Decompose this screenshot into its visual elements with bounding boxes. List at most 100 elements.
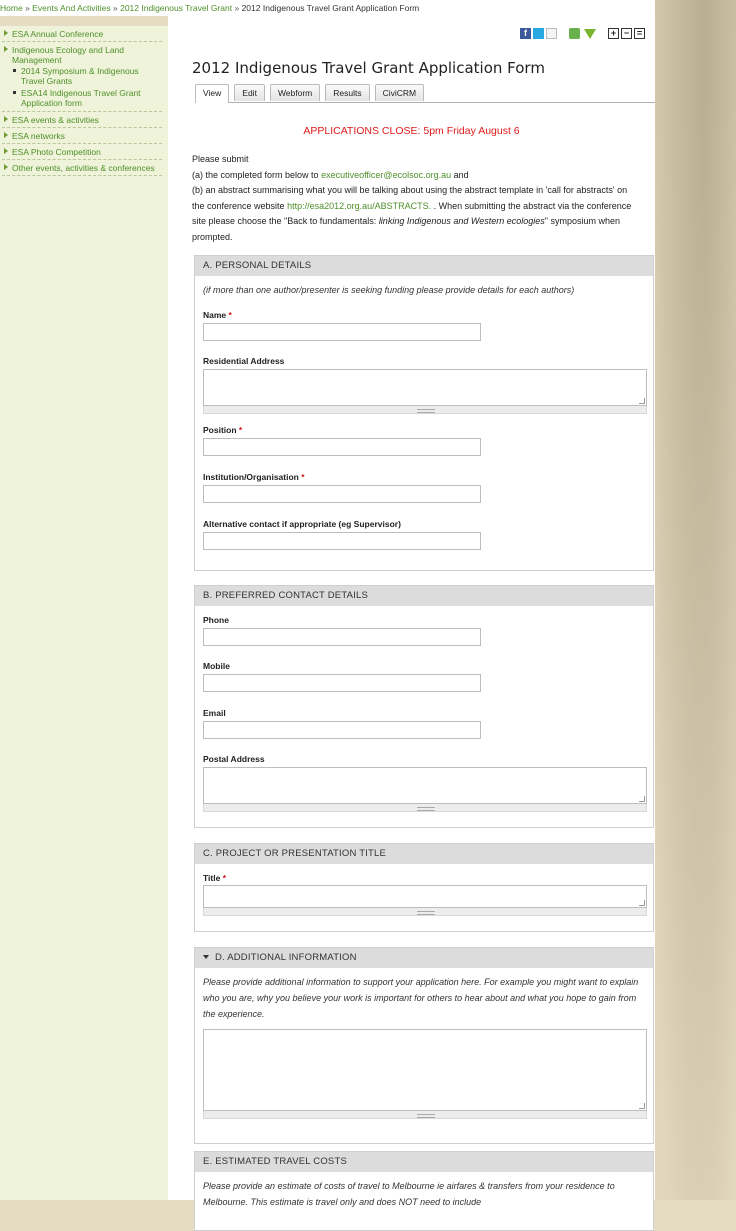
sidebar-sublink[interactable]: 2014 Symposium & Indigenous Travel Grant…	[21, 66, 139, 86]
sidebar-link[interactable]: ESA Annual Conference	[12, 29, 103, 39]
triangle-right-icon	[4, 116, 8, 122]
name-input[interactable]	[203, 323, 481, 341]
triangle-right-icon	[4, 164, 8, 170]
tab-results[interactable]: Results	[325, 84, 370, 101]
page-title: 2012 Indigenous Travel Grant Application…	[192, 59, 545, 77]
sidebar-item-networks: ESA networks	[2, 128, 162, 144]
sidebar-submenu: 2014 Symposium & Indigenous Travel Grant…	[12, 65, 162, 109]
mobile-label: Mobile	[203, 661, 230, 671]
executive-email-link[interactable]: executiveofficer@ecolsoc.org.au	[321, 170, 451, 180]
sidebar-item-other-events: Other events, activities & conferences	[2, 160, 162, 176]
tab-edit[interactable]: Edit	[234, 84, 265, 101]
title-textarea[interactable]	[203, 885, 647, 908]
zoom-reset-icon[interactable]: =	[634, 28, 645, 39]
twitter-icon[interactable]	[533, 28, 544, 39]
phone-input[interactable]	[203, 628, 481, 646]
breadcrumb: Home » Events And Activities » 2012 Indi…	[0, 0, 655, 16]
additional-information-textarea[interactable]	[203, 1029, 647, 1111]
fieldset-legend[interactable]: D. ADDITIONAL INFORMATION	[195, 948, 653, 968]
required-marker: *	[301, 472, 305, 482]
sidebar: ESA Annual Conference Indigenous Ecology…	[0, 26, 168, 1200]
email-label: Email	[203, 708, 226, 718]
fieldset-legend: C. PROJECT OR PRESENTATION TITLE	[195, 844, 653, 864]
required-marker: *	[222, 873, 227, 883]
textarea-resize-grip[interactable]	[203, 804, 647, 812]
collapse-caret-icon[interactable]	[203, 955, 209, 959]
fieldset-travel-costs: E. ESTIMATED TRAVEL COSTS Please provide…	[194, 1151, 654, 1231]
alternative-contact-label: Alternative contact if appropriate (eg S…	[203, 519, 401, 529]
sidebar-item-photo-competition: ESA Photo Competition	[2, 144, 162, 160]
download-icon[interactable]	[584, 28, 596, 39]
intro-a-prefix: (a) the completed form below to	[192, 169, 322, 180]
required-marker: *	[228, 310, 232, 320]
fieldset-additional-information: D. ADDITIONAL INFORMATION Please provide…	[194, 947, 654, 1144]
sidebar-link[interactable]: ESA events & activities	[12, 115, 99, 125]
fieldset-legend: B. PREFERRED CONTACT DETAILS	[195, 586, 653, 606]
breadcrumb-separator: »	[234, 3, 240, 13]
fieldset-presentation-title: C. PROJECT OR PRESENTATION TITLE Title *	[194, 843, 654, 932]
triangle-right-icon	[4, 132, 8, 138]
fieldset-legend: E. ESTIMATED TRAVEL COSTS	[195, 1152, 653, 1172]
zoom-in-icon[interactable]: +	[608, 28, 619, 39]
tab-civicrm[interactable]: CiviCRM	[374, 84, 425, 101]
residential-address-textarea[interactable]	[203, 369, 647, 406]
title-label: Title *	[203, 873, 226, 883]
abstracts-link[interactable]: http://esa2012.org.au/ABSTRACTS.	[287, 201, 431, 211]
email-icon[interactable]	[546, 28, 557, 39]
sidebar-item-events: ESA events & activities	[2, 112, 162, 128]
tab-webform[interactable]: Webform	[269, 84, 321, 101]
label-text: Position	[203, 425, 237, 435]
tab-bar: View Edit Webform Results CiviCRM	[195, 84, 655, 103]
sidebar-link[interactable]: ESA networks	[12, 131, 65, 141]
triangle-right-icon	[4, 46, 8, 52]
alternative-contact-input[interactable]	[203, 532, 481, 550]
sidebar-sublink[interactable]: ESA14 Indigenous Travel Grant Applicatio…	[21, 88, 141, 108]
bullet-square-icon	[13, 91, 16, 94]
legend-text: D. ADDITIONAL INFORMATION	[215, 952, 357, 963]
required-marker: *	[238, 425, 243, 435]
position-label: Position *	[203, 425, 242, 435]
textarea-resize-grip[interactable]	[203, 1111, 647, 1119]
tab-view[interactable]: View	[195, 84, 230, 103]
share-toolbar: f + − =	[520, 28, 645, 39]
bullet-square-icon	[13, 69, 16, 72]
intro-item-b: (b) an abstract summarising what you wil…	[192, 183, 640, 245]
residential-address-label: Residential Address	[203, 356, 285, 366]
triangle-right-icon	[4, 30, 8, 36]
sidebar-subitem-symposium: 2014 Symposium & Indigenous Travel Grant…	[12, 65, 162, 87]
triangle-right-icon	[4, 148, 8, 154]
print-icon[interactable]	[569, 28, 580, 39]
mobile-input[interactable]	[203, 674, 481, 692]
label-text: Name	[203, 310, 227, 320]
intro-line: Please submit	[192, 154, 249, 164]
sidebar-link[interactable]: ESA Photo Competition	[12, 147, 101, 157]
institution-label: Institution/Organisation *	[203, 472, 305, 482]
fieldset-legend: A. PERSONAL DETAILS	[195, 256, 653, 276]
main-content: f + − = 2012 Indigenous Travel Grant App…	[168, 16, 655, 1231]
position-input[interactable]	[203, 438, 481, 456]
fieldset-description: (if more than one author/presenter is se…	[203, 285, 575, 295]
email-input[interactable]	[203, 721, 481, 739]
postal-address-textarea[interactable]	[203, 767, 647, 804]
breadcrumb-home-link[interactable]: Home	[0, 3, 23, 13]
breadcrumb-separator: »	[25, 3, 30, 13]
institution-input[interactable]	[203, 485, 481, 503]
deadline-notice: APPLICATIONS CLOSE: 5pm Friday August 6	[303, 125, 520, 137]
zoom-out-icon[interactable]: −	[621, 28, 632, 39]
background-artwork	[655, 0, 736, 1200]
breadcrumb-current: 2012 Indigenous Travel Grant Application…	[241, 3, 420, 13]
sidebar-link[interactable]: Indigenous Ecology and Land Management	[12, 45, 124, 65]
textarea-resize-grip[interactable]	[203, 908, 647, 916]
label-text: Title	[203, 873, 221, 883]
sidebar-subitem-application-form: ESA14 Indigenous Travel Grant Applicatio…	[12, 87, 162, 109]
sidebar-link[interactable]: Other events, activities & conferences	[12, 163, 155, 173]
sidebar-menu: ESA Annual Conference Indigenous Ecology…	[0, 26, 168, 176]
breadcrumb-grant-link[interactable]: 2012 Indigenous Travel Grant	[120, 3, 232, 13]
fieldset-contact-details: B. PREFERRED CONTACT DETAILS Phone Mobil…	[194, 585, 654, 828]
textarea-resize-grip[interactable]	[203, 406, 647, 414]
fieldset-personal-details: A. PERSONAL DETAILS (if more than one au…	[194, 255, 654, 571]
facebook-icon[interactable]: f	[520, 28, 531, 39]
breadcrumb-events-link[interactable]: Events And Activities	[32, 3, 110, 13]
postal-address-label: Postal Address	[203, 754, 265, 764]
phone-label: Phone	[203, 615, 229, 625]
